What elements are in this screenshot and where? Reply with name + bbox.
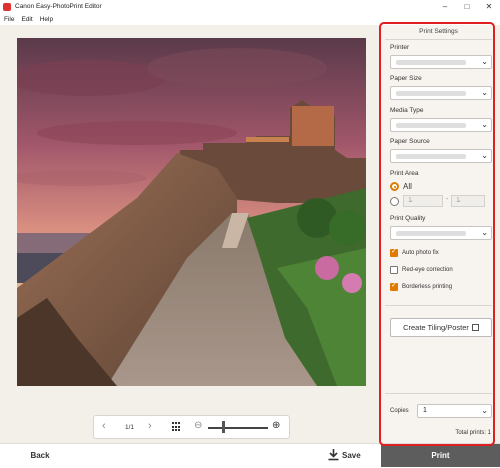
media-type-label: Media Type xyxy=(390,107,424,114)
prev-page-button[interactable]: ‹ xyxy=(102,420,106,432)
chevron-down-icon: ⌄ xyxy=(481,120,488,129)
print-area-all-radio[interactable] xyxy=(390,182,399,191)
menu-help[interactable]: Help xyxy=(36,14,56,25)
title-bar: Canon Easy-PhotoPrint Editor – □ ✕ xyxy=(0,0,500,14)
red-eye-label: Red-eye correction xyxy=(402,267,453,273)
create-tiling-poster-button[interactable]: Create Tiling/Poster xyxy=(390,318,492,337)
menu-edit[interactable]: Edit xyxy=(17,14,35,25)
printer-dropdown[interactable]: ⌄ xyxy=(390,55,492,69)
zoom-slider-track[interactable] xyxy=(208,427,268,429)
zoom-out-icon[interactable]: ⊖ xyxy=(194,420,202,431)
paper-size-dropdown[interactable]: ⌄ xyxy=(390,86,492,100)
auto-photo-fix-checkbox[interactable] xyxy=(390,247,398,257)
close-button[interactable]: ✕ xyxy=(478,0,500,14)
castle-photo-image xyxy=(17,38,366,386)
menu-file[interactable]: File xyxy=(0,14,17,25)
media-type-dropdown[interactable]: ⌄ xyxy=(390,118,492,132)
tiling-label: Create Tiling/Poster xyxy=(403,323,469,332)
print-area-label: Print Area xyxy=(390,170,419,177)
range-to-select[interactable]: 1 ⌄ xyxy=(451,195,485,207)
print-settings-panel: Print Settings Printer ⌄ Paper Size ⌄ Me… xyxy=(381,25,496,443)
zoom-slider-thumb[interactable] xyxy=(221,421,225,433)
borderless-checkbox[interactable] xyxy=(390,281,398,291)
paper-size-label: Paper Size xyxy=(390,75,422,82)
panel-title: Print Settings xyxy=(419,28,458,35)
chevron-down-icon: ⌄ xyxy=(456,197,462,204)
grid-view-icon[interactable] xyxy=(172,422,182,432)
page-indicator: 1/1 xyxy=(125,424,135,431)
divider xyxy=(385,305,492,306)
zoom-in-icon[interactable]: ⊕ xyxy=(272,420,280,431)
copy-icon xyxy=(471,324,479,331)
chevron-down-icon: ⌄ xyxy=(408,197,414,204)
print-area-all-label: All xyxy=(403,182,412,191)
print-button[interactable]: Print xyxy=(381,444,500,467)
app-title: Canon Easy-PhotoPrint Editor xyxy=(15,3,102,10)
borderless-label: Borderless printing xyxy=(402,284,453,290)
menu-bar: File Edit Help xyxy=(0,14,500,25)
print-area-range-radio[interactable] xyxy=(390,197,399,206)
chevron-down-icon: ⌄ xyxy=(481,228,488,237)
copies-label: Copies xyxy=(390,408,409,414)
paper-source-label: Paper Source xyxy=(390,138,430,145)
printer-label: Printer xyxy=(390,44,410,51)
copies-value: 1 xyxy=(423,407,427,414)
red-eye-checkbox[interactable] xyxy=(390,266,398,274)
download-icon xyxy=(328,449,339,461)
print-quality-label: Print Quality xyxy=(390,215,426,222)
next-page-button[interactable]: › xyxy=(148,420,152,432)
photo-preview[interactable] xyxy=(17,38,366,386)
paper-source-dropdown[interactable]: ⌄ xyxy=(390,149,492,163)
range-dash: - xyxy=(446,196,449,203)
divider xyxy=(385,39,492,40)
save-label: Save xyxy=(342,451,361,460)
print-quality-dropdown[interactable]: ⌄ xyxy=(390,226,492,240)
save-button[interactable]: Save xyxy=(300,444,380,467)
auto-photo-fix-label: Auto photo fix xyxy=(402,250,439,256)
back-button[interactable]: Back xyxy=(0,444,80,467)
minimize-button[interactable]: – xyxy=(434,0,456,14)
chevron-down-icon: ⌄ xyxy=(481,88,488,97)
divider xyxy=(385,393,492,394)
window-controls: – □ ✕ xyxy=(434,0,500,14)
app-icon xyxy=(3,3,11,11)
total-prints: Total prints: 1 xyxy=(455,430,491,436)
chevron-down-icon: ⌄ xyxy=(481,57,488,66)
chevron-down-icon: ⌄ xyxy=(481,406,488,415)
range-from-select[interactable]: 1 ⌄ xyxy=(403,195,443,207)
page-navigation-bar: ‹ 1/1 › ⊖ ⊕ xyxy=(93,415,290,439)
chevron-down-icon: ⌄ xyxy=(481,151,488,160)
copies-dropdown[interactable]: 1 ⌄ xyxy=(417,404,492,418)
maximize-button[interactable]: □ xyxy=(456,0,478,14)
